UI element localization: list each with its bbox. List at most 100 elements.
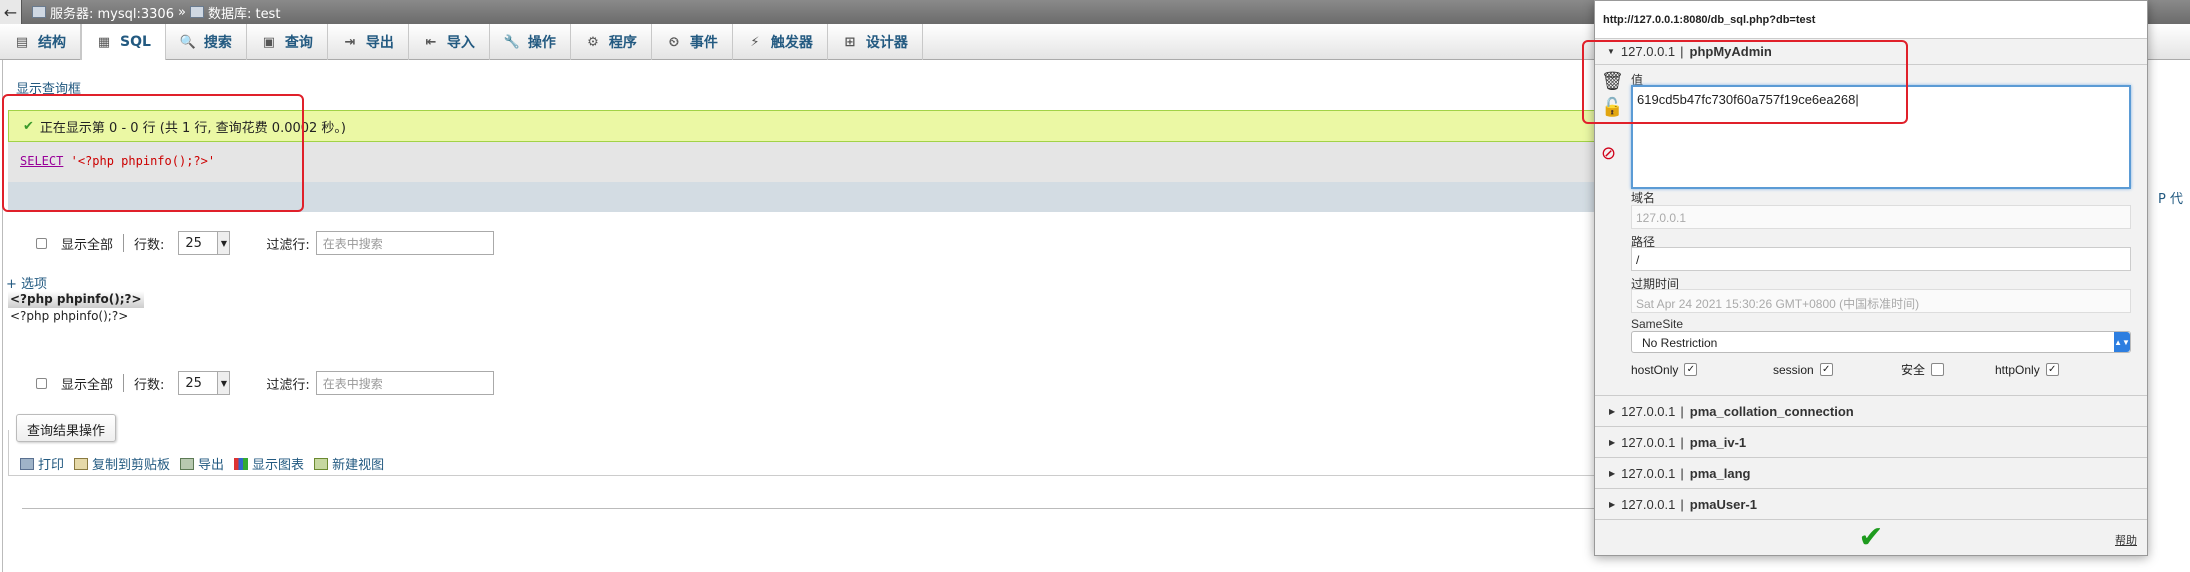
op-label: 新建视图 bbox=[332, 458, 385, 473]
tab-label: 事件 bbox=[689, 35, 718, 51]
cookie-sep: | bbox=[1680, 403, 1684, 419]
cookie-domain: 127.0.0.1 bbox=[1621, 496, 1676, 512]
structure-icon: ▤ bbox=[15, 34, 29, 50]
flag-label: session bbox=[1773, 362, 1814, 377]
cookie-domain: 127.0.0.1 bbox=[1621, 434, 1676, 450]
cookie-row[interactable]: ▶ 127.0.0.1 | pma_lang bbox=[1595, 457, 2147, 488]
triangle-right-icon: ▶ bbox=[1609, 437, 1616, 447]
export-link[interactable]: 导出 bbox=[180, 454, 224, 473]
tab-sql[interactable]: ▦ SQL bbox=[81, 24, 166, 60]
updown-icon: ▲▼ bbox=[2114, 332, 2130, 352]
show-all-label: 显示全部 bbox=[61, 377, 114, 393]
cookie-name: pma_lang bbox=[1689, 465, 1751, 481]
flag-label: httpOnly bbox=[1995, 362, 2040, 377]
tab-export[interactable]: ⇥ 导出 bbox=[328, 24, 409, 60]
tab-label: 搜索 bbox=[203, 35, 232, 51]
secure-checkbox[interactable] bbox=[1931, 363, 1945, 376]
show-all-checkbox[interactable] bbox=[36, 237, 47, 249]
tab-label: 程序 bbox=[608, 35, 637, 51]
cookie-row[interactable]: ▶ 127.0.0.1 | pma_iv-1 bbox=[1595, 426, 2147, 457]
events-icon: ⏲ bbox=[668, 34, 679, 50]
samesite-label: SameSite bbox=[1631, 317, 1684, 331]
tab-routines[interactable]: ⚙ 程序 bbox=[571, 24, 652, 60]
cookie-sep: | bbox=[1680, 465, 1684, 481]
table-cell: <?php phpinfo();?> bbox=[10, 309, 129, 323]
tab-operations[interactable]: 🔧 操作 bbox=[490, 24, 571, 60]
designer-icon: ⊞ bbox=[844, 34, 856, 50]
breadcrumb-separator: » bbox=[177, 4, 186, 20]
triggers-icon: ⚡ bbox=[750, 34, 760, 50]
chart-icon bbox=[234, 457, 249, 470]
path-field[interactable]: / bbox=[1631, 247, 2131, 271]
table-navigation-top: 显示全部 行数: 25 ▼ 过滤行: 在表中搜索 bbox=[36, 231, 494, 255]
block-icon[interactable]: ⊘ bbox=[1601, 143, 1616, 164]
cookie-panel-footer: ✔ 帮助 bbox=[1595, 519, 2147, 555]
rows-select[interactable]: 25 ▼ bbox=[178, 371, 231, 395]
help-link[interactable]: 帮助 bbox=[2115, 532, 2137, 548]
domain-field[interactable]: 127.0.0.1 bbox=[1631, 205, 2131, 229]
show-all-label: 显示全部 bbox=[61, 237, 114, 253]
other-cookies-list: ▶ 127.0.0.1 | pma_collation_connection ▶ 127… bbox=[1595, 395, 2147, 519]
cookie-row[interactable]: ▶ 127.0.0.1 | pma_collation_connection bbox=[1595, 395, 2147, 426]
cookie-sep: | bbox=[1680, 496, 1684, 512]
httponly-checkbox[interactable]: ✓ bbox=[2045, 363, 2059, 376]
export-icon: ⇥ bbox=[344, 34, 356, 50]
rows-select[interactable]: 25 ▼ bbox=[178, 231, 231, 255]
options-toggle[interactable]: + 选项 bbox=[6, 273, 47, 292]
back-arrow-icon[interactable]: ← bbox=[0, 0, 22, 24]
cookie-name: pma_collation_connection bbox=[1689, 403, 1854, 419]
rows-value: 25 bbox=[185, 375, 202, 391]
export-icon bbox=[180, 457, 195, 470]
flag-label: hostOnly bbox=[1631, 362, 1679, 377]
divider bbox=[123, 234, 125, 252]
cookie-row[interactable]: ▶ 127.0.0.1 | pmaUser-1 bbox=[1595, 488, 2147, 519]
tab-designer[interactable]: ⊞ 设计器 bbox=[828, 24, 923, 60]
query-icon: ▣ bbox=[262, 34, 276, 50]
flag-hostonly: hostOnly ✓ bbox=[1631, 361, 1773, 378]
tab-structure[interactable]: ▤ 结构 bbox=[0, 24, 81, 60]
view-icon bbox=[314, 457, 329, 470]
flag-secure: 安全 bbox=[1901, 361, 1995, 378]
show-all-checkbox[interactable] bbox=[36, 377, 47, 389]
triangle-right-icon: ▶ bbox=[1609, 406, 1616, 416]
breadcrumb-database[interactable]: 数据库: test bbox=[208, 3, 280, 22]
cookie-domain: 127.0.0.1 bbox=[1621, 465, 1676, 481]
display-chart-link[interactable]: 显示图表 bbox=[234, 454, 304, 473]
filter-label: 过滤行: bbox=[266, 237, 310, 253]
tab-search[interactable]: 🔍 搜索 bbox=[166, 24, 247, 60]
hostonly-checkbox[interactable]: ✓ bbox=[1684, 363, 1698, 376]
search-icon: 🔍 bbox=[179, 34, 196, 50]
op-label: 打印 bbox=[38, 458, 65, 473]
cookie-sep: | bbox=[1680, 434, 1684, 450]
tab-label: 导入 bbox=[446, 35, 475, 51]
server-icon bbox=[32, 6, 46, 18]
sql-icon: ▦ bbox=[97, 34, 111, 50]
query-results-operations-title: 查询结果操作 bbox=[16, 414, 117, 442]
tab-query[interactable]: ▣ 查询 bbox=[247, 24, 328, 60]
expiry-field[interactable]: Sat Apr 24 2021 15:30:26 GMT+0800 (中国标准时… bbox=[1631, 289, 2131, 313]
save-check-icon[interactable]: ✔ bbox=[1858, 522, 1883, 553]
copy-to-clipboard-link[interactable]: 复制到剪贴板 bbox=[74, 454, 170, 473]
filter-input[interactable]: 在表中搜索 bbox=[315, 371, 494, 395]
session-checkbox[interactable]: ✓ bbox=[1819, 363, 1833, 376]
tab-label: 结构 bbox=[38, 35, 66, 51]
flag-httponly: httpOnly ✓ bbox=[1995, 361, 2059, 378]
triangle-right-icon: ▶ bbox=[1609, 468, 1616, 478]
domain-label: 域名 bbox=[1631, 191, 1656, 205]
samesite-select[interactable]: No Restriction ▲▼ bbox=[1631, 331, 2131, 353]
tab-label: 导出 bbox=[365, 35, 394, 51]
flag-session: session ✓ bbox=[1773, 361, 1901, 378]
partial-link-text[interactable]: P 代 bbox=[2158, 188, 2183, 207]
breadcrumb-server[interactable]: 服务器: mysql:3306 bbox=[50, 3, 174, 22]
op-label: 复制到剪贴板 bbox=[92, 458, 171, 473]
tab-import[interactable]: ⇤ 导入 bbox=[409, 24, 490, 60]
tab-events[interactable]: ⏲ 事件 bbox=[652, 24, 733, 60]
tab-triggers[interactable]: ⚡ 触发器 bbox=[733, 24, 828, 60]
tab-label: 查询 bbox=[284, 35, 313, 51]
triangle-right-icon: ▶ bbox=[1609, 499, 1616, 509]
tab-label: 触发器 bbox=[770, 35, 813, 51]
column-header[interactable]: <?php phpinfo();?> bbox=[8, 291, 144, 308]
print-link[interactable]: 打印 bbox=[20, 454, 64, 473]
create-view-link[interactable]: 新建视图 bbox=[314, 454, 384, 473]
filter-input[interactable]: 在表中搜索 bbox=[315, 231, 494, 255]
